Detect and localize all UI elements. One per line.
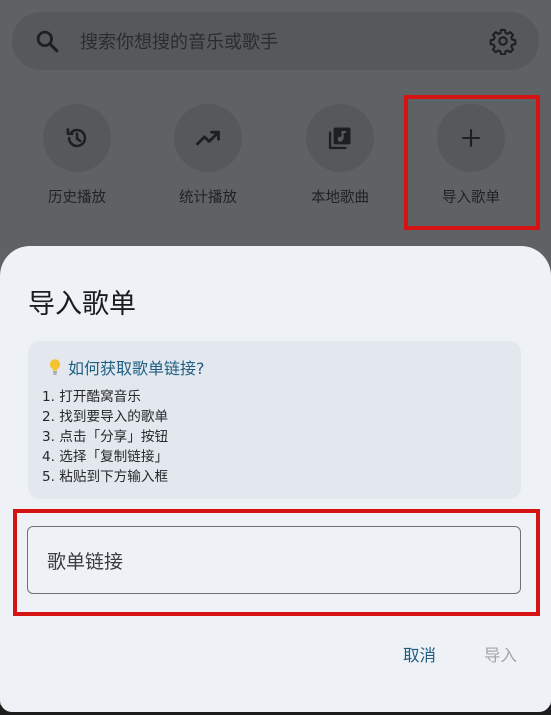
playlist-link-input[interactable]: 歌单链接 bbox=[27, 526, 521, 594]
quick-action-import[interactable]: 导入歌单 bbox=[416, 100, 526, 207]
music-library-icon bbox=[328, 127, 351, 150]
help-steps: 1. 打开酷窝音乐 2. 找到要导入的歌单 3. 点击「分享」按钮 4. 选择「… bbox=[42, 387, 507, 487]
trending-up-icon bbox=[196, 130, 220, 146]
lightbulb-icon bbox=[49, 359, 61, 375]
help-step: 5. 粘贴到下方输入框 bbox=[42, 469, 169, 485]
help-title: 如何获取歌单链接? bbox=[68, 359, 205, 378]
gear-icon[interactable] bbox=[489, 27, 517, 55]
cancel-button[interactable]: 取消 bbox=[403, 642, 436, 666]
help-step: 4. 选择「复制链接」 bbox=[42, 449, 169, 465]
quick-action-circle[interactable] bbox=[174, 104, 242, 172]
playlist-link-placeholder: 歌单链接 bbox=[47, 550, 124, 573]
dialog-actions: 取消 导入 bbox=[403, 642, 517, 666]
help-header: 如何获取歌单链接? bbox=[42, 355, 507, 379]
quick-actions: 历史播放 统计播放 本地歌曲 导入歌单 bbox=[0, 100, 551, 230]
quick-action-history[interactable]: 历史播放 bbox=[22, 100, 132, 207]
history-icon bbox=[66, 128, 87, 148]
help-step: 1. 打开酷窝音乐 bbox=[42, 389, 141, 405]
help-step: 2. 找到要导入的歌单 bbox=[42, 409, 169, 425]
help-step: 3. 点击「分享」按钮 bbox=[42, 429, 169, 445]
import-playlist-dialog: 导入歌单 如何获取歌单链接? 1. 打开酷窝音乐 2. 找到要导入的歌单 3. … bbox=[0, 246, 551, 712]
quick-action-label: 本地歌曲 bbox=[311, 190, 369, 206]
quick-action-stats[interactable]: 统计播放 bbox=[153, 100, 263, 207]
dialog-title: 导入歌单 bbox=[28, 289, 136, 320]
search-icon bbox=[36, 30, 59, 53]
quick-action-label: 统计播放 bbox=[179, 190, 237, 206]
quick-action-circle[interactable] bbox=[306, 104, 374, 172]
import-button[interactable]: 导入 bbox=[484, 642, 517, 666]
quick-action-label: 历史播放 bbox=[48, 190, 106, 206]
search-input[interactable]: 搜索你想搜的音乐或歌手 bbox=[80, 28, 489, 54]
quick-action-circle[interactable] bbox=[437, 104, 505, 172]
search-bar[interactable]: 搜索你想搜的音乐或歌手 bbox=[12, 12, 539, 70]
quick-action-circle[interactable] bbox=[43, 104, 111, 172]
add-icon bbox=[462, 129, 480, 147]
quick-action-label: 导入歌单 bbox=[442, 190, 500, 206]
help-card: 如何获取歌单链接? 1. 打开酷窝音乐 2. 找到要导入的歌单 3. 点击「分享… bbox=[28, 341, 521, 499]
quick-action-local[interactable]: 本地歌曲 bbox=[285, 100, 395, 207]
